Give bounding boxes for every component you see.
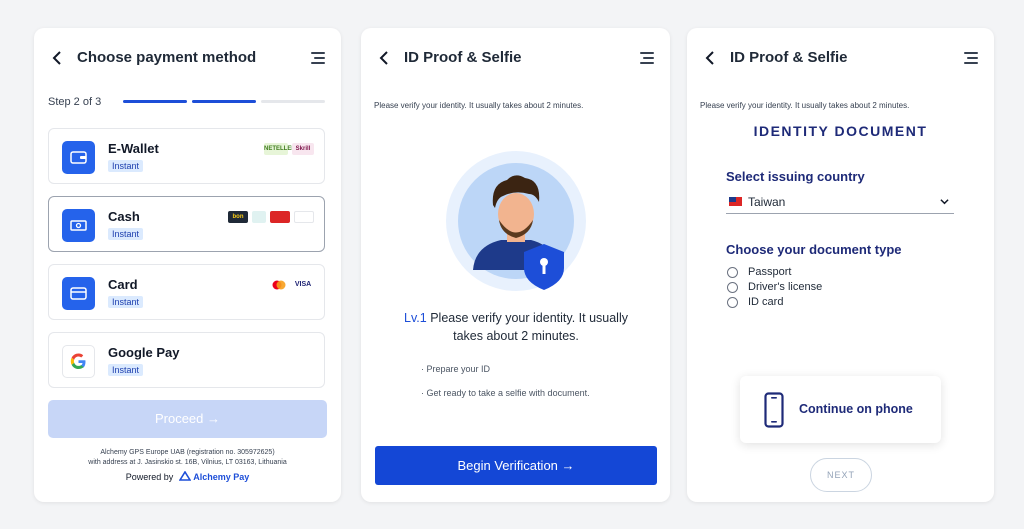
card-icon [62, 277, 95, 310]
cash-icon [62, 209, 95, 242]
neteller-logo: NETELLER [264, 143, 296, 155]
progress-step-2 [192, 100, 256, 103]
legal-line-1: Alchemy GPS Europe UAB (registration no.… [100, 449, 275, 456]
alchemy-pay-logo-icon [178, 470, 192, 481]
radio-label-id-card: ID card [748, 296, 784, 308]
visa-logo: VISA [292, 279, 314, 291]
identity-document-screen: ID Proof & Selfie Please verify your ide… [687, 28, 994, 502]
country-label: Select issuing country [726, 169, 865, 184]
menu-icon[interactable] [964, 52, 978, 64]
payment-method-screen: Choose payment method Step 2 of 3 E-Wall… [34, 28, 341, 502]
payment-option-ewallet[interactable]: E-Wallet Instant NETELLER Skrill [48, 128, 325, 184]
list-item: · Get ready to take a selfie with docume… [421, 388, 590, 398]
phone-icon [764, 392, 784, 428]
payment-option-name: E-Wallet [108, 141, 159, 156]
radio-drivers-license[interactable] [727, 282, 738, 293]
payment-option-name: Card [108, 277, 138, 292]
taiwan-flag-icon [729, 197, 742, 206]
legal-line-2: with address at J. Jasinskio st. 16B, Vi… [88, 459, 287, 466]
progress-step-3 [261, 100, 325, 103]
radio-id-card[interactable] [727, 297, 738, 308]
payment-option-name: Cash [108, 209, 140, 224]
identity-illustration [446, 151, 586, 291]
begin-verification-button[interactable]: Begin Verification → [375, 446, 657, 485]
instant-badge: Instant [108, 160, 144, 172]
page-title: ID Proof & Selfie [404, 49, 522, 66]
page-title: ID Proof & Selfie [730, 49, 848, 66]
mastercard-logo [272, 280, 286, 290]
continue-on-phone-label: Continue on phone [799, 402, 913, 416]
legal-text: Alchemy GPS Europe UAB (registration no.… [34, 448, 341, 468]
menu-icon[interactable] [311, 52, 325, 64]
payment-option-card[interactable]: Card Instant VISA [48, 264, 325, 320]
powered-by-label: Powered by [125, 472, 174, 482]
wallet-icon [62, 141, 95, 174]
payment-option-name: Google Pay [108, 345, 180, 360]
back-arrow-icon[interactable] [52, 51, 62, 65]
cash-provider-logo [252, 211, 266, 223]
verify-text: Please verify your identity. It usually … [430, 311, 628, 343]
verify-message: Lv.1 Please verify your identity. It usu… [401, 309, 631, 345]
header: ID Proof & Selfie [361, 42, 670, 76]
radio-label-drivers-license: Driver's license [748, 281, 823, 293]
document-type-label: Choose your document type [726, 242, 902, 257]
instant-badge: Instant [108, 364, 144, 376]
country-value: Taiwan [748, 195, 786, 209]
header: Choose payment method [34, 42, 341, 76]
menu-icon[interactable] [640, 52, 654, 64]
header: ID Proof & Selfie [687, 42, 994, 76]
step-indicator: Step 2 of 3 [48, 96, 102, 108]
radio-passport[interactable] [727, 267, 738, 278]
brand-name: Alchemy Pay [193, 472, 250, 482]
bon-logo: bon [228, 211, 248, 223]
google-icon [62, 345, 95, 378]
instant-badge: Instant [108, 296, 144, 308]
proceed-button[interactable]: Proceed → [48, 400, 327, 438]
intro-text: Please verify your identity. It usually … [374, 101, 584, 110]
skrill-logo: Skrill [292, 143, 314, 155]
next-button[interactable]: NEXT [810, 458, 872, 492]
country-select[interactable]: Taiwan [726, 193, 954, 214]
chevron-down-icon [940, 199, 949, 205]
id-proof-intro-screen: ID Proof & Selfie Please verify your ide… [361, 28, 670, 502]
progress-step-1 [123, 100, 187, 103]
payment-option-cash[interactable]: Cash Instant bon [48, 196, 325, 252]
payment-option-google-pay[interactable]: Google Pay Instant [48, 332, 325, 388]
intro-text: Please verify your identity. It usually … [700, 101, 910, 110]
radio-label-passport: Passport [748, 266, 792, 278]
powered-by: Powered by Alchemy Pay [34, 470, 341, 482]
list-item: · Prepare your ID [421, 364, 491, 374]
cash-provider-logo [270, 211, 290, 223]
instant-badge: Instant [108, 228, 144, 240]
level-label: Lv.1 [404, 311, 427, 325]
back-arrow-icon[interactable] [705, 51, 715, 65]
cash-provider-logo [294, 211, 314, 223]
continue-on-phone-button[interactable]: Continue on phone [740, 376, 941, 443]
back-arrow-icon[interactable] [379, 51, 389, 65]
identity-document-heading: IDENTITY DOCUMENT [753, 123, 928, 139]
page-title: Choose payment method [77, 49, 257, 66]
